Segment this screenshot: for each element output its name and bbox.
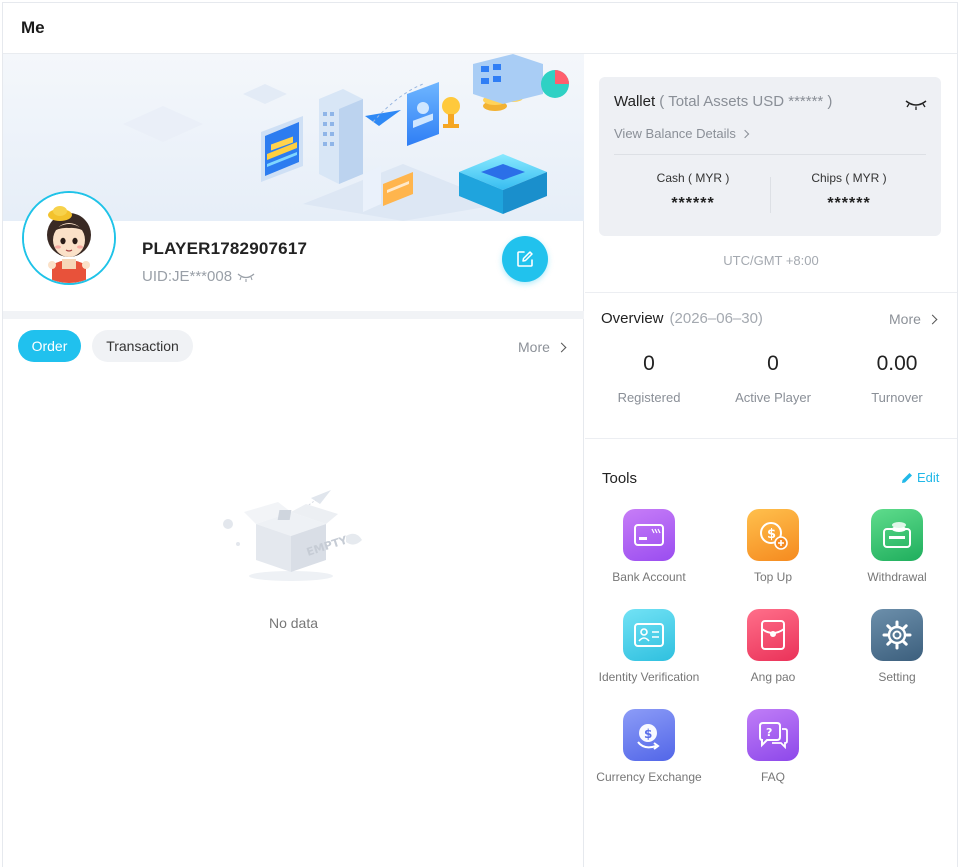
- stat-value: 0.00: [876, 352, 918, 375]
- timezone-label: UTC/GMT +8:00: [723, 253, 819, 268]
- svg-text:$: $: [644, 727, 652, 741]
- stat-turnover[interactable]: 0.00 Turnover: [835, 352, 959, 405]
- pencil-icon: [902, 472, 912, 483]
- bank-card-icon: [623, 509, 675, 561]
- no-data-message: No data: [268, 615, 319, 631]
- chips-label: Chips ( MYR ): [811, 171, 887, 185]
- tool-identity-verification[interactable]: Identity Verification: [587, 609, 711, 684]
- stat-label: Registered: [617, 390, 681, 405]
- withdrawal-wallet-icon: [871, 509, 923, 561]
- id-card-icon: [623, 609, 675, 661]
- tool-withdrawal[interactable]: Withdrawal: [835, 509, 959, 584]
- tool-label: Top Up: [753, 570, 793, 584]
- tool-label: Currency Exchange: [596, 770, 702, 784]
- eye-closed-icon[interactable]: [237, 272, 255, 282]
- top-bar: Me: [3, 3, 957, 54]
- overview-title: Overview: [601, 310, 664, 327]
- section-divider: [585, 438, 957, 439]
- tool-label: Bank Account: [612, 570, 686, 584]
- tool-faq[interactable]: ? FAQ: [711, 709, 835, 784]
- stat-label: Turnover: [871, 390, 923, 405]
- tool-setting[interactable]: Setting: [835, 609, 959, 684]
- edit-profile-button[interactable]: [502, 236, 548, 282]
- wallet-title: Wallet: [614, 93, 656, 110]
- uid-row: UID:JE***008: [142, 268, 255, 285]
- page-title: Me: [21, 18, 45, 37]
- gear-icon: [871, 609, 923, 661]
- wallet-card: Wallet ( Total Assets USD ****** ) View …: [599, 77, 941, 236]
- tab-order[interactable]: Order: [18, 330, 81, 362]
- tool-label: FAQ: [760, 770, 785, 784]
- stat-value: 0: [767, 352, 779, 375]
- red-envelope-icon: [747, 609, 799, 661]
- stat-active-player[interactable]: 0 Active Player: [711, 352, 835, 405]
- wallet-title-row: Wallet ( Total Assets USD ****** ): [614, 93, 832, 110]
- chevron-right-icon: [927, 314, 938, 324]
- cartoon-avatar-icon: [24, 193, 114, 283]
- svg-text:$: $: [767, 527, 776, 542]
- edit-label: Edit: [917, 470, 940, 485]
- cash-label: Cash ( MYR ): [656, 171, 730, 185]
- avatar[interactable]: [22, 191, 116, 285]
- stat-registered[interactable]: 0 Registered: [587, 352, 711, 405]
- balance-link-label: View Balance Details: [614, 126, 736, 141]
- overview-date: (2026–06–30): [669, 310, 763, 327]
- cash-balance: Cash ( MYR ) ******: [615, 171, 771, 213]
- tool-label: Setting: [878, 670, 916, 684]
- overview-title-row: Overview (2026–06–30): [601, 310, 763, 327]
- wallet-divider: [614, 154, 926, 155]
- empty-box-illustration: EMPTY: [223, 490, 362, 581]
- stat-label: Active Player: [735, 390, 811, 405]
- tool-ang-pao[interactable]: Ang pao: [711, 609, 835, 684]
- currency-exchange-icon: $: [623, 709, 675, 761]
- overview-more-link[interactable]: More: [889, 311, 938, 327]
- chevron-right-icon: [740, 129, 750, 138]
- svg-text:?: ?: [766, 726, 772, 739]
- tool-currency-exchange[interactable]: $ Currency Exchange: [587, 709, 711, 784]
- tool-label: Ang pao: [750, 670, 796, 684]
- faq-chat-icon: ?: [747, 709, 799, 761]
- chevron-right-icon: [556, 342, 567, 352]
- tool-label: Identity Verification: [598, 670, 700, 684]
- tool-label: Withdrawal: [867, 570, 927, 584]
- chips-balance: Chips ( MYR ) ******: [771, 171, 927, 213]
- page-frame: Me PLAYER1782907617 UID:JE***008 Order T…: [2, 2, 958, 867]
- uid-text: UID:JE***008: [142, 268, 233, 285]
- edit-square-icon: [517, 251, 533, 267]
- total-assets-label: ( Total Assets USD ****** ): [659, 93, 833, 110]
- right-panel: Wallet ( Total Assets USD ****** ) View …: [585, 54, 957, 867]
- tool-top-up[interactable]: $ Top Up: [711, 509, 835, 584]
- top-up-coin-icon: $: [747, 509, 799, 561]
- tools-title: Tools: [602, 470, 638, 487]
- player-name: PLAYER1782907617: [142, 239, 308, 258]
- tab-transaction[interactable]: Transaction: [92, 330, 193, 362]
- cash-value: ******: [671, 195, 715, 212]
- left-panel: PLAYER1782907617 UID:JE***008 Order Tran…: [3, 54, 584, 867]
- eye-closed-icon[interactable]: [905, 99, 927, 111]
- records-more-link[interactable]: More: [518, 339, 567, 355]
- records-tabs: Order Transaction More: [3, 319, 584, 375]
- tools-edit-button[interactable]: Edit: [901, 470, 939, 485]
- section-divider: [3, 311, 584, 319]
- view-balance-details-link[interactable]: View Balance Details: [614, 126, 750, 141]
- more-label: More: [518, 339, 550, 355]
- chips-value: ******: [827, 195, 871, 212]
- stat-value: 0: [643, 352, 655, 375]
- section-divider: [585, 292, 957, 293]
- more-label: More: [889, 311, 921, 327]
- tool-bank-account[interactable]: Bank Account: [587, 509, 711, 584]
